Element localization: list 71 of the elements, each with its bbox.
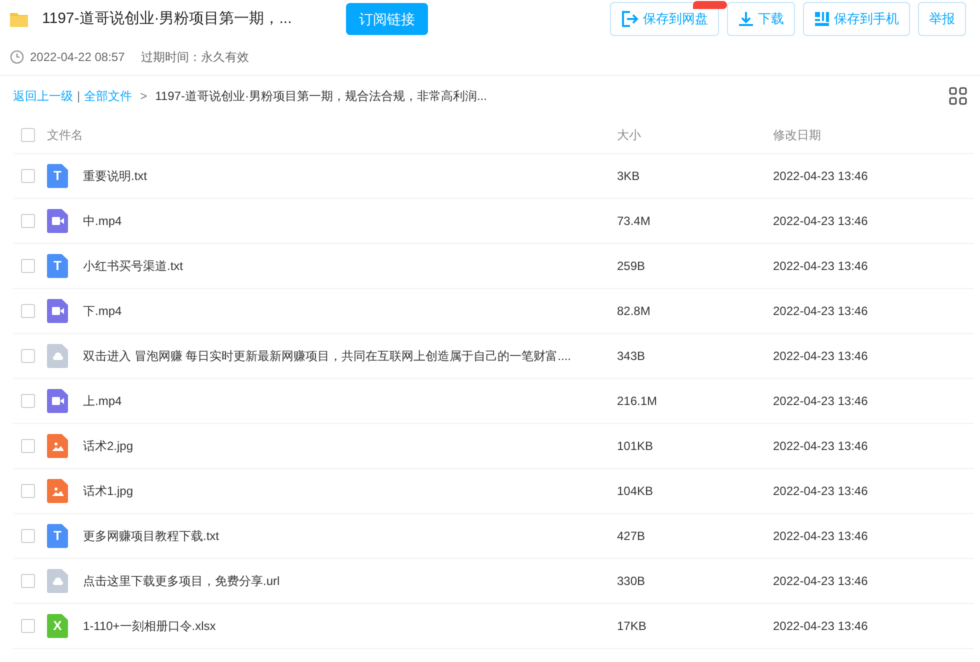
file-name[interactable]: 1-110+一刻相册口令.xlsx xyxy=(83,617,216,635)
modified-date: 2022-04-23 13:46 xyxy=(773,438,868,455)
export-icon xyxy=(621,11,639,27)
file-size: 343B xyxy=(617,348,646,365)
grid-view-icon[interactable] xyxy=(949,87,967,105)
row-checkbox[interactable] xyxy=(21,484,35,498)
file-size: 104KB xyxy=(617,483,654,500)
file-name[interactable]: 点击这里下载更多项目，免费分享.url xyxy=(83,572,280,590)
image-file-icon xyxy=(47,479,68,503)
video-file-icon xyxy=(47,389,68,413)
row-checkbox[interactable] xyxy=(21,574,35,588)
cloud-file-icon xyxy=(47,569,68,593)
text-file-icon: T xyxy=(47,254,68,278)
spreadsheet-file-icon: X xyxy=(47,614,68,638)
row-checkbox[interactable] xyxy=(21,349,35,363)
file-size: 427B xyxy=(617,528,646,545)
modified-date: 2022-04-23 13:46 xyxy=(773,303,868,320)
file-size: 101KB xyxy=(617,438,654,455)
current-folder: 1197-道哥说创业·男粉项目第一期，规合法合规，非常高利润... xyxy=(155,88,487,105)
modified-date: 2022-04-23 13:46 xyxy=(773,573,868,590)
column-header: 大小 xyxy=(617,126,642,144)
row-checkbox[interactable] xyxy=(21,619,35,633)
file-name[interactable]: 双击进入 冒泡网赚 每日实时更新最新网赚项目，共同在互联网上创造属于自己的一笔财富.... xyxy=(83,347,572,365)
column-header: 文件名 xyxy=(47,126,84,144)
row-checkbox[interactable] xyxy=(21,169,35,183)
file-size: 330B xyxy=(617,573,646,590)
file-name[interactable]: 上.mp4 xyxy=(83,392,122,410)
text-file-icon: T xyxy=(47,164,68,188)
column-header: 修改日期 xyxy=(773,126,821,144)
modified-date: 2022-04-23 13:46 xyxy=(773,258,868,275)
download-icon xyxy=(738,11,754,27)
video-file-icon xyxy=(47,299,68,323)
file-size: 216.1M xyxy=(617,393,658,410)
file-name[interactable]: 话术2.jpg xyxy=(83,437,134,455)
modified-date: 2022-04-23 13:46 xyxy=(773,483,868,500)
qr-code-icon xyxy=(814,11,830,27)
created-time: 2022-04-22 08:57 xyxy=(30,48,125,66)
row-checkbox[interactable] xyxy=(21,259,35,273)
file-size: 73.4M xyxy=(617,213,652,230)
file-size: 17KB xyxy=(617,618,648,635)
file-name[interactable]: 中.mp4 xyxy=(83,212,122,230)
video-file-icon xyxy=(47,209,68,233)
image-file-icon xyxy=(47,434,68,458)
modified-date: 2022-04-23 13:46 xyxy=(773,213,868,230)
file-size: 82.8M xyxy=(617,303,652,320)
file-name[interactable]: 下.mp4 xyxy=(83,302,122,320)
file-name[interactable]: 重要说明.txt xyxy=(83,167,148,185)
cloud-file-icon xyxy=(47,344,68,368)
file-name[interactable]: 话术1.jpg xyxy=(83,482,134,500)
modified-date: 2022-04-23 13:46 xyxy=(773,618,868,635)
select-all-checkbox[interactable] xyxy=(21,128,35,142)
file-size: 259B xyxy=(617,258,646,275)
modified-date: 2022-04-23 13:46 xyxy=(773,393,868,410)
file-name[interactable]: 小红书买号渠道.txt xyxy=(83,257,184,275)
modified-date: 2022-04-23 13:46 xyxy=(773,528,868,545)
modified-date: 2022-04-23 13:46 xyxy=(773,168,868,185)
row-checkbox[interactable] xyxy=(21,394,35,408)
modified-date: 2022-04-23 13:46 xyxy=(773,348,868,365)
clock-icon xyxy=(10,50,24,64)
row-checkbox[interactable] xyxy=(21,214,35,228)
row-checkbox[interactable] xyxy=(21,304,35,318)
file-size: 3KB xyxy=(617,168,641,185)
row-checkbox[interactable] xyxy=(21,529,35,543)
folder-icon xyxy=(10,12,28,26)
row-checkbox[interactable] xyxy=(21,439,35,453)
file-name[interactable]: 更多网赚项目教程下载.txt xyxy=(83,527,220,545)
separator: | xyxy=(77,88,80,105)
folder-title: 1197-道哥说创业·男粉项目第一期，... xyxy=(42,8,292,29)
chevron-separator: > xyxy=(140,88,148,105)
text-file-icon: T xyxy=(47,524,68,548)
expiry-time: 过期时间：永久有效 xyxy=(140,48,249,66)
